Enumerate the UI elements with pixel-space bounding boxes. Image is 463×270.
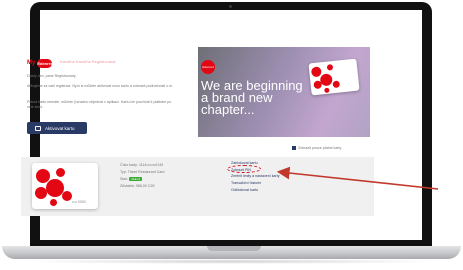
laptop-shadow bbox=[20, 259, 443, 264]
annotation-arrow-icon bbox=[276, 166, 439, 190]
base-notch bbox=[207, 246, 261, 251]
laptop-base bbox=[2, 246, 461, 259]
